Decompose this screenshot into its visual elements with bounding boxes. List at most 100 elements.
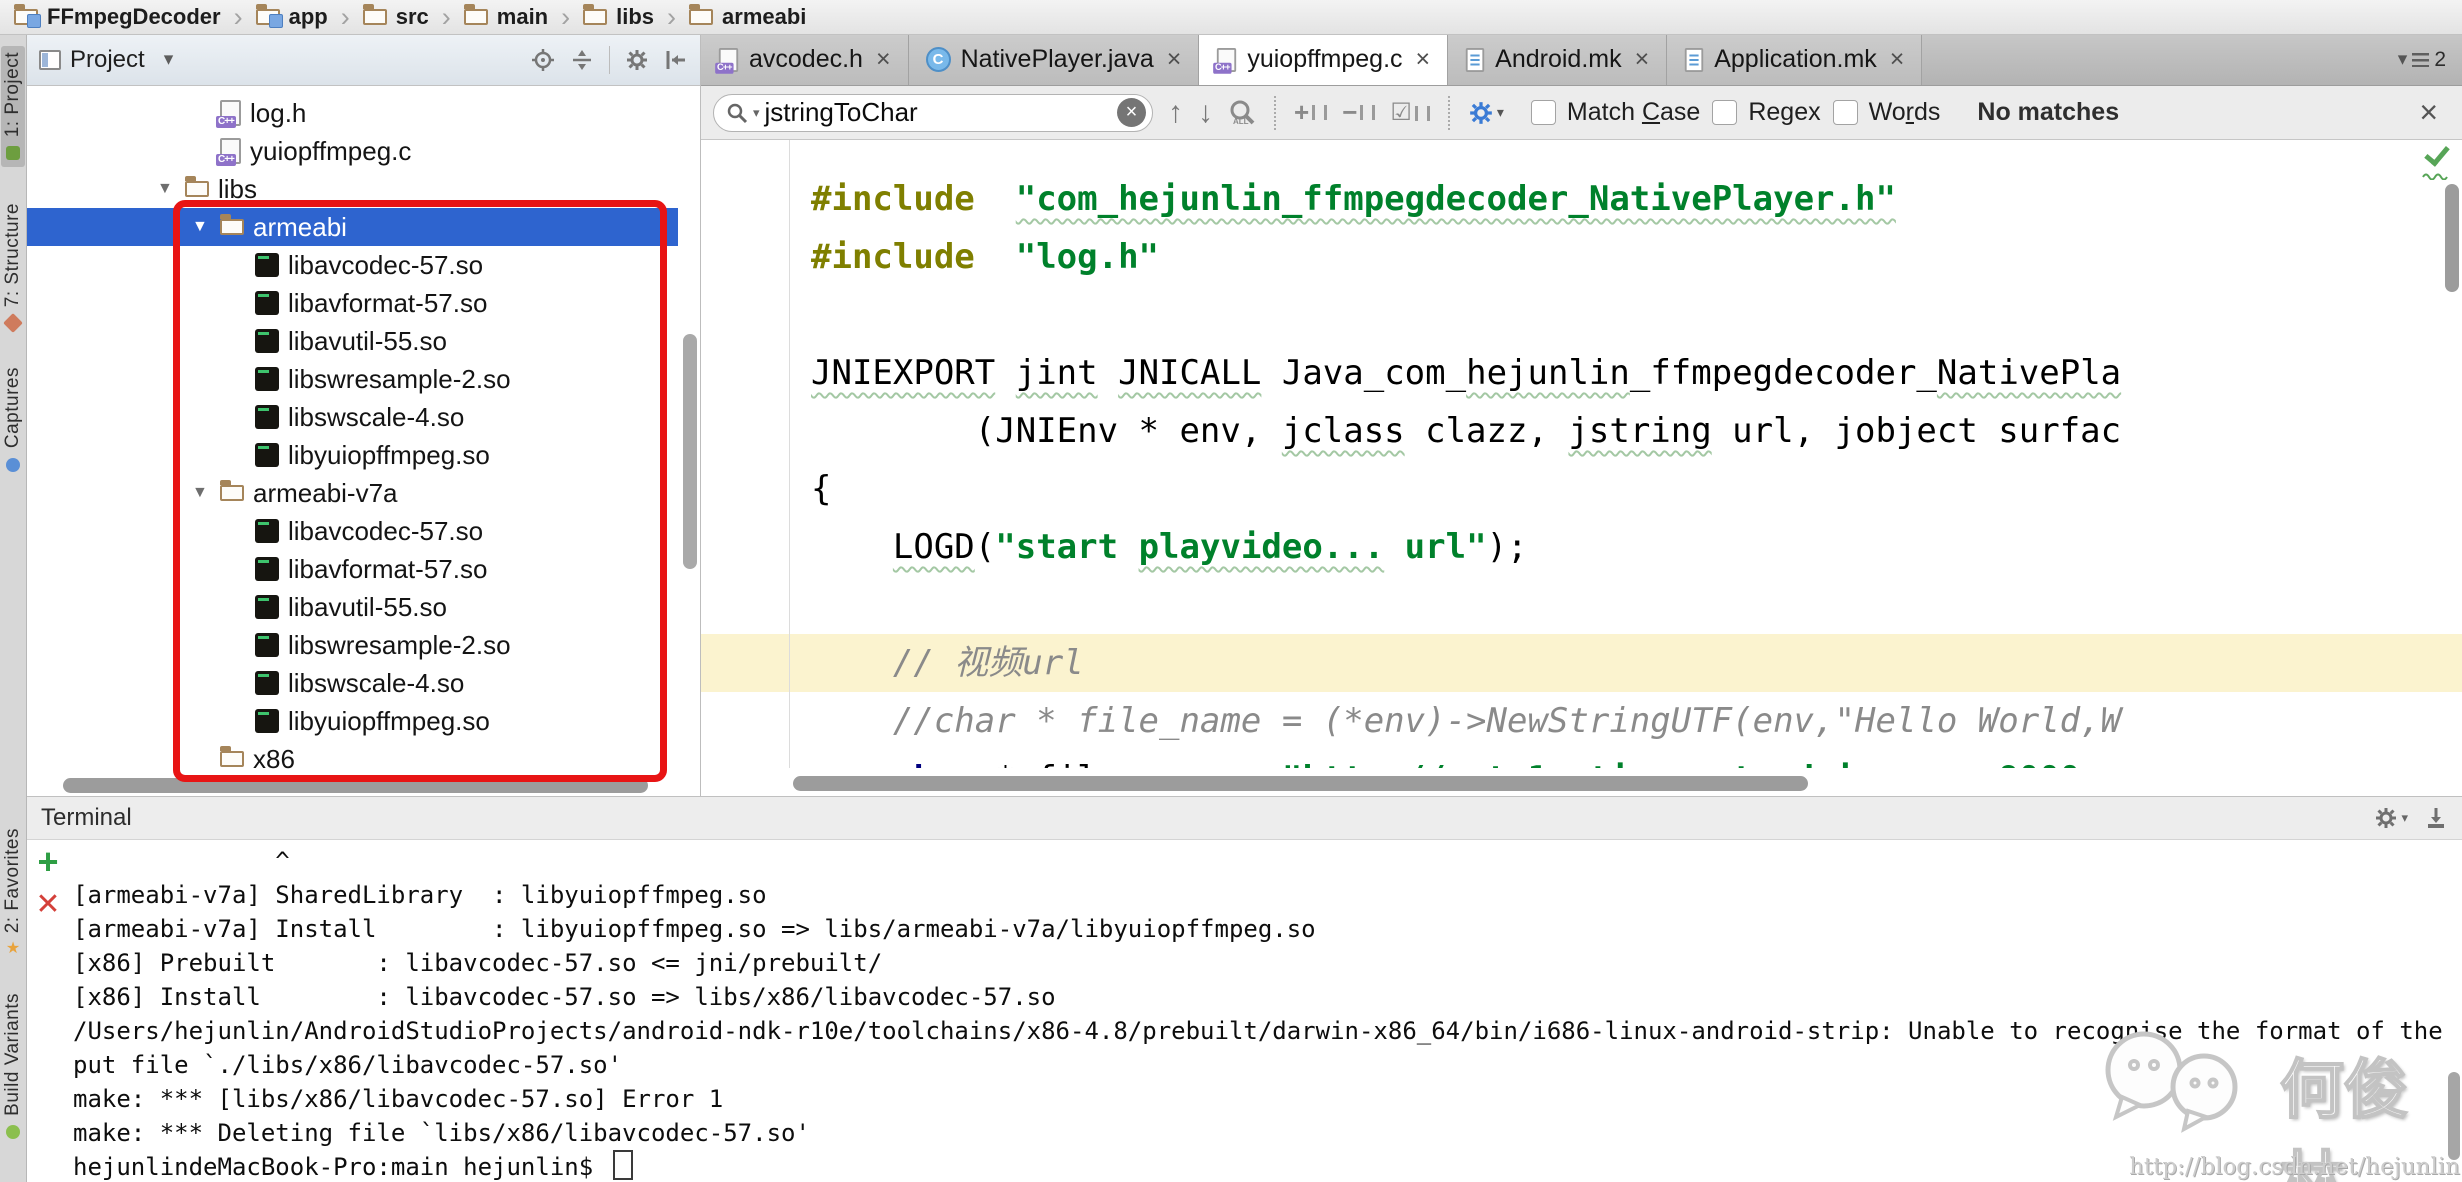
checkbox[interactable] — [1712, 100, 1737, 125]
expand-arrow-icon[interactable]: ▼ — [157, 180, 185, 198]
tree-item[interactable]: libavformat-57.so — [27, 550, 678, 588]
tab-label: yuiopffmpeg.c — [1247, 45, 1402, 74]
terminal-settings-button[interactable]: ▾ — [2374, 806, 2408, 830]
terminal-body[interactable]: + ✕ ^[armeabi-v7a] SharedLibrary : libyu… — [27, 840, 2462, 1182]
search-settings-button[interactable]: ▾ — [1468, 100, 1504, 126]
terminal-toolbar: + ✕ — [27, 848, 69, 918]
find-bar: ▾ jstringToChar × ↑ ↓ ALL + − ☑ — [701, 86, 2462, 140]
locate-target-icon[interactable] — [531, 48, 555, 72]
close-search-button[interactable]: × — [2419, 94, 2450, 131]
terminal-header[interactable]: Terminal ▾ — [27, 796, 2462, 840]
tree-item[interactable]: libyuiopffmpeg.so — [27, 702, 678, 740]
expand-arrow-icon[interactable]: ▼ — [192, 218, 220, 236]
find-previous-button[interactable]: ↑ — [1168, 96, 1183, 130]
remove-selection-button[interactable]: − — [1342, 97, 1375, 128]
tree-item[interactable]: ▼libs — [27, 170, 678, 208]
search-query[interactable]: jstringToChar — [765, 97, 1112, 128]
tool-window-button----structure[interactable]: 7: Structure — [2, 203, 24, 331]
close-icon[interactable]: × — [1416, 45, 1431, 74]
terminal-prompt-line[interactable]: hejunlindeMacBook-Pro:main hejunlin$ — [73, 1150, 2444, 1182]
so-library-icon — [255, 291, 279, 315]
breadcrumb-item[interactable]: main — [462, 4, 550, 30]
toolbar-separator — [1448, 96, 1450, 130]
breadcrumb-item[interactable]: libs — [581, 4, 656, 30]
find-all-button[interactable]: ALL — [1228, 99, 1256, 127]
tree-item[interactable]: libswresample-2.so — [27, 626, 678, 664]
tree-item[interactable]: libyuiopffmpeg.so — [27, 436, 678, 474]
tool-window-button-build-variants[interactable]: Build Variants — [2, 993, 24, 1140]
hide-tool-window-icon[interactable] — [2424, 806, 2448, 830]
search-option-words[interactable]: Words — [1833, 98, 1941, 127]
code-editor[interactable]: #include "com_hejunlin_ffmpegdecoder_Nat… — [701, 140, 2462, 768]
tree-item[interactable]: libswscale-4.so — [27, 664, 678, 702]
collapse-all-icon[interactable] — [570, 48, 594, 72]
tree-item[interactable]: libavutil-55.so — [27, 322, 678, 360]
terminal-output[interactable]: ^[armeabi-v7a] SharedLibrary : libyuiopf… — [73, 840, 2444, 1182]
folder-icon — [220, 751, 244, 767]
checkbox[interactable] — [1531, 100, 1556, 125]
gear-icon[interactable] — [625, 48, 649, 72]
tree-item-label: libavutil-55.so — [288, 326, 447, 357]
breadcrumb-item[interactable]: app — [254, 4, 330, 30]
tool-window-button-captures[interactable]: Captures — [2, 367, 24, 472]
search-option-match-case[interactable]: Match Case — [1531, 98, 1700, 127]
editor-tab[interactable]: C++avcodec.h× — [701, 34, 909, 85]
tree-item[interactable]: libswscale-4.so — [27, 398, 678, 436]
tree-item[interactable]: x86 — [27, 740, 678, 774]
hidden-tab-count: 2 — [2434, 48, 2446, 72]
find-next-button[interactable]: ↓ — [1198, 96, 1213, 130]
breadcrumb-item[interactable]: src — [361, 4, 431, 30]
clear-search-button[interactable]: × — [1117, 98, 1146, 127]
breadcrumb-separator-icon: › — [341, 2, 350, 33]
close-icon[interactable]: × — [1890, 45, 1905, 74]
tool-window-button----project[interactable]: 1: Project — [1, 46, 25, 167]
tree-item-label: libswscale-4.so — [288, 402, 464, 433]
terminal-cursor — [613, 1150, 633, 1180]
editor-tab[interactable]: Android.mk× — [1448, 34, 1667, 85]
project-tree: C++log.hC++yuiopffmpeg.c▼libs▼armeabilib… — [27, 86, 700, 774]
tree-item[interactable]: ▼armeabi-v7a — [27, 474, 678, 512]
tool-window-strip: 1: Project 7: Structure Captures 2: Favorit… — [0, 34, 27, 1182]
search-option-regex[interactable]: Regex — [1712, 98, 1820, 127]
cpp-file-icon: C++ — [719, 48, 738, 72]
tree-item[interactable]: C++log.h — [27, 94, 678, 132]
vertical-scrollbar[interactable] — [683, 334, 697, 569]
so-library-icon — [255, 557, 279, 581]
expand-arrow-icon[interactable]: ▼ — [192, 484, 220, 502]
project-tool-icon — [5, 145, 21, 161]
breadcrumb-item[interactable]: armeabi — [687, 4, 808, 30]
tree-item[interactable]: libavutil-55.so — [27, 588, 678, 626]
search-history-dropdown-icon[interactable]: ▾ — [753, 105, 760, 121]
new-session-icon[interactable]: + — [37, 848, 58, 876]
tree-item[interactable]: libavcodec-57.so — [27, 512, 678, 550]
tool-window-button----favorites[interactable]: 2: Favorites★ — [2, 828, 24, 957]
tree-item[interactable]: libavcodec-57.so — [27, 246, 678, 284]
select-all-occurrences-button[interactable]: ☑ — [1390, 98, 1430, 127]
vertical-scrollbar[interactable] — [2445, 184, 2459, 292]
inspection-status-icon[interactable] — [2422, 142, 2452, 180]
chevron-down-icon[interactable]: ▾ — [164, 48, 174, 71]
wavy-underline-icon — [2422, 172, 2448, 180]
add-selection-button[interactable]: + — [1294, 97, 1327, 128]
tree-item[interactable]: libswresample-2.so — [27, 360, 678, 398]
tree-item[interactable]: ▼armeabi — [27, 208, 678, 246]
breadcrumb-item[interactable]: FFmpegDecoder — [12, 4, 223, 30]
breadcrumb-label: src — [396, 4, 429, 30]
editor-tab[interactable]: C++yuiopffmpeg.c× — [1199, 34, 1448, 85]
panel-divider[interactable] — [700, 34, 701, 796]
close-icon[interactable]: × — [876, 45, 891, 74]
hidden-tabs-dropdown[interactable]: ▾2 — [2398, 34, 2462, 85]
close-icon[interactable]: × — [1635, 45, 1650, 74]
horizontal-scrollbar[interactable] — [793, 776, 1808, 791]
hide-panel-icon[interactable] — [664, 48, 688, 72]
close-icon[interactable]: × — [1167, 45, 1182, 74]
tree-item[interactable]: libavformat-57.so — [27, 284, 678, 322]
checkbox[interactable] — [1833, 100, 1858, 125]
editor-tab[interactable]: Application.mk× — [1667, 34, 1922, 85]
close-session-icon[interactable]: ✕ — [35, 892, 60, 918]
search-input[interactable]: ▾ jstringToChar × — [713, 94, 1153, 132]
vertical-scrollbar[interactable] — [2448, 1072, 2460, 1160]
horizontal-scrollbar[interactable] — [63, 778, 648, 793]
tree-item[interactable]: C++yuiopffmpeg.c — [27, 132, 678, 170]
editor-tab[interactable]: CNativePlayer.java× — [909, 34, 1200, 85]
